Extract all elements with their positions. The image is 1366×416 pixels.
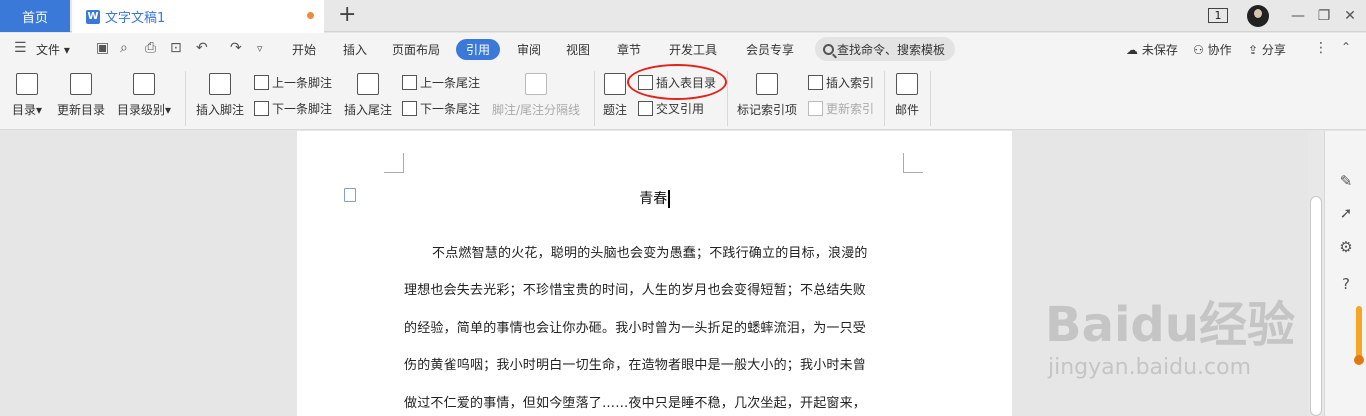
- help-icon[interactable]: ?: [1336, 274, 1356, 294]
- next-endnote-icon: [402, 101, 417, 116]
- pointer-icon[interactable]: ➚: [1336, 203, 1356, 223]
- prev-footnote-icon: [254, 75, 269, 90]
- baidu-watermark: Baidu经验: [1045, 297, 1295, 353]
- mail-button[interactable]: 邮件: [895, 73, 919, 118]
- save-icon[interactable]: ▣: [96, 40, 109, 56]
- update-toc-icon: [70, 73, 92, 95]
- update-toc-button[interactable]: 更新目录: [57, 73, 105, 118]
- insert-index-icon: [808, 75, 823, 90]
- sliders-icon[interactable]: ⚙: [1336, 237, 1356, 257]
- insert-footnote-button[interactable]: 插入脚注: [196, 73, 244, 118]
- command-search[interactable]: 查找命令、搜索模板: [815, 37, 955, 61]
- tab-home[interactable]: 首页: [0, 0, 70, 32]
- baidu-watermark-url: jingyan.baidu.com: [1048, 355, 1252, 380]
- menu-review[interactable]: 审阅: [517, 41, 541, 58]
- tab-document[interactable]: W 文字文稿1: [72, 0, 324, 33]
- avatar[interactable]: [1247, 5, 1269, 27]
- share-button[interactable]: ⇪ 分享: [1248, 41, 1286, 58]
- quick-access-more-icon[interactable]: ▿: [257, 42, 263, 55]
- pen-icon[interactable]: ✎: [1336, 171, 1356, 191]
- paragraph-line[interactable]: 理想也会失去光彩；不珍惜宝贵的时间，人生的岁月也会变得短暂；不总结失败: [404, 279, 866, 298]
- right-tool-panel: ✎ ➚ ⚙ ?: [1324, 131, 1366, 416]
- ribbon-divider: [884, 71, 885, 126]
- minimize-button[interactable]: —: [1286, 0, 1310, 32]
- format-painter-icon[interactable]: ⌕: [120, 40, 128, 56]
- document-title[interactable]: 青春: [297, 188, 1012, 208]
- menu-member[interactable]: 会员专享: [746, 41, 794, 58]
- paragraph-line[interactable]: 伤的黄雀呜咽；我小时明白一切生命，在造物者眼中是一般大小的；我小时未曾: [404, 354, 866, 373]
- insert-index-button[interactable]: 插入索引: [808, 74, 874, 91]
- vertical-scrollbar[interactable]: [1308, 131, 1324, 416]
- next-endnote-button[interactable]: 下一条尾注: [402, 100, 480, 117]
- new-tab-button[interactable]: +: [338, 4, 356, 26]
- tab-bar: 首页 W 文字文稿1 + 1 — ❐ ✕: [0, 0, 1366, 33]
- undo-icon[interactable]: ↶: [196, 40, 208, 56]
- paragraph-line[interactable]: 的经验，简单的事情也会让你办砸。我小时曾为一头折足的蟋蟀流泪，为一只受: [404, 317, 866, 336]
- print-icon[interactable]: ⎙: [145, 40, 156, 56]
- insert-endnote-button[interactable]: 插入尾注: [344, 73, 392, 118]
- menu-references[interactable]: 引用: [456, 39, 501, 60]
- toc-icon: [16, 73, 39, 95]
- progress-indicator: [1354, 306, 1364, 365]
- tab-home-label: 首页: [21, 10, 48, 26]
- menu-start[interactable]: 开始: [292, 41, 316, 58]
- mark-index-icon: [756, 73, 778, 95]
- note-separator-icon: [525, 73, 548, 95]
- toc-button[interactable]: 目录▾: [12, 73, 42, 118]
- tab-document-label: 文字文稿1: [105, 11, 166, 26]
- update-index-button[interactable]: 更新索引: [808, 100, 874, 117]
- paragraph-line[interactable]: 不点燃智慧的火花，聪明的头脑也会变为愚蠢；不践行确立的目标，浪漫的: [432, 242, 868, 261]
- caption-button[interactable]: 题注: [603, 73, 627, 118]
- cross-reference-icon: [638, 101, 653, 116]
- toc-level-icon: [133, 73, 156, 95]
- redo-icon[interactable]: ↷: [230, 40, 242, 56]
- menu-insert[interactable]: 插入: [343, 41, 367, 58]
- text-cursor: [668, 190, 670, 208]
- margin-corner-mark: [384, 153, 404, 173]
- unsaved-status[interactable]: ☁ 未保存: [1126, 41, 1178, 58]
- collapse-ribbon-icon[interactable]: ⌃: [1341, 40, 1351, 54]
- endnote-icon: [357, 73, 379, 95]
- ribbon-divider: [930, 71, 931, 126]
- writer-doc-icon: W: [86, 9, 100, 24]
- scrollbar-thumb[interactable]: [1310, 196, 1322, 416]
- search-placeholder: 查找命令、搜索模板: [837, 42, 946, 57]
- caption-icon: [604, 73, 626, 95]
- unsaved-dot-icon: [307, 12, 314, 19]
- footnote-icon: [209, 73, 231, 95]
- next-footnote-button[interactable]: 下一条脚注: [254, 100, 332, 117]
- hamburger-menu-icon[interactable]: ☰: [14, 40, 27, 56]
- close-button[interactable]: ✕: [1338, 0, 1362, 32]
- file-menu[interactable]: 文件 ▾: [36, 41, 70, 58]
- collab-button[interactable]: ⚇ 协作: [1193, 41, 1232, 58]
- annotation-circle: [627, 64, 727, 100]
- search-icon: [823, 43, 834, 55]
- note-separator-button[interactable]: 脚注/尾注分隔线: [492, 73, 580, 118]
- mark-index-entry-button[interactable]: 标记索引项: [737, 73, 797, 118]
- more-options-icon[interactable]: ⋮: [1314, 40, 1328, 56]
- ribbon-divider: [594, 71, 595, 126]
- document-page[interactable]: 青春 不点燃智慧的火花，聪明的头脑也会变为愚蠢；不践行确立的目标，浪漫的 理想也…: [297, 131, 1012, 416]
- menu-developer[interactable]: 开发工具: [669, 41, 717, 58]
- toc-level-button[interactable]: 目录级别▾: [117, 73, 171, 118]
- ribbon-divider: [727, 71, 728, 126]
- menu-chapter[interactable]: 章节: [617, 41, 641, 58]
- next-footnote-icon: [254, 101, 269, 116]
- menu-view[interactable]: 视图: [566, 41, 590, 58]
- cross-reference-button[interactable]: 交叉引用: [638, 100, 704, 117]
- menu-page-layout[interactable]: 页面布局: [392, 41, 440, 58]
- prev-endnote-icon: [402, 75, 417, 90]
- update-index-icon: [808, 101, 823, 116]
- paragraph-line[interactable]: 做过不仁爱的事情，但如今堕落了……夜中只是睡不稳，几次坐起，开起窗来，: [404, 392, 866, 411]
- page-count-badge[interactable]: 1: [1208, 8, 1228, 23]
- prev-footnote-button[interactable]: 上一条脚注: [254, 74, 332, 91]
- margin-corner-mark: [903, 153, 923, 173]
- prev-endnote-button[interactable]: 上一条尾注: [402, 74, 480, 91]
- print-preview-icon[interactable]: ⊡: [170, 40, 182, 56]
- ribbon-divider: [185, 71, 186, 126]
- menu-bar: ☰ 文件 ▾ ▣ ⌕ ⎙ ⊡ ↶ ↷ ▿ 开始 插入 页面布局 引用 审阅 视图…: [0, 33, 1366, 65]
- restore-button[interactable]: ❐: [1312, 0, 1336, 32]
- mail-icon: [896, 73, 918, 95]
